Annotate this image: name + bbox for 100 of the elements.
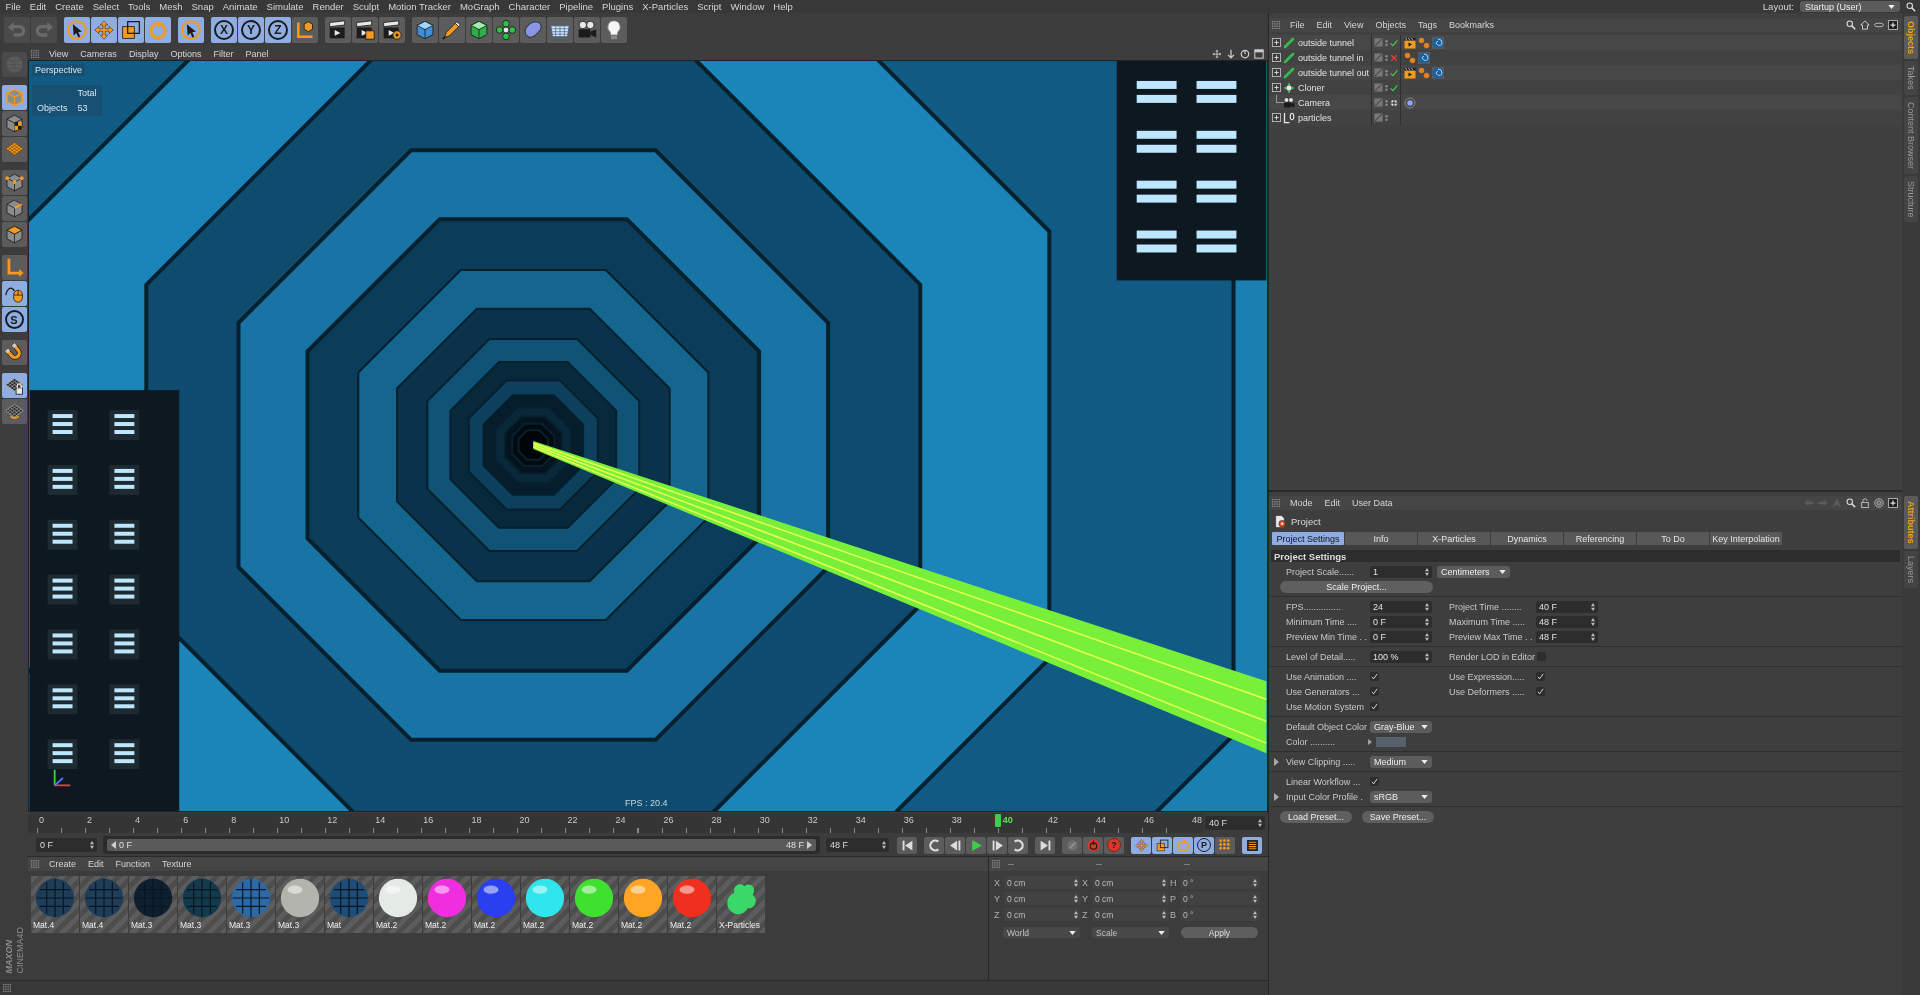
- menu-item[interactable]: Display: [122, 48, 165, 59]
- menu-item[interactable]: Tools: [123, 0, 155, 13]
- expand-icon[interactable]: [1272, 53, 1281, 62]
- menu-item[interactable]: Motion Tracker: [383, 0, 456, 13]
- material-swatch[interactable]: X-Particles: [717, 876, 765, 933]
- live-selection-button[interactable]: [64, 17, 90, 43]
- deformer-button[interactable]: [520, 17, 546, 43]
- two-spheres-icon[interactable]: [1418, 36, 1430, 49]
- points-mode-button[interactable]: [1, 170, 27, 195]
- menu-item[interactable]: Help: [768, 0, 798, 13]
- maximize-icon[interactable]: [1254, 48, 1264, 59]
- ellipse-icon[interactable]: [1874, 20, 1884, 30]
- grip-icon[interactable]: [1272, 499, 1280, 507]
- preview-range-track[interactable]: 0 F 48 F: [103, 836, 820, 854]
- workplane-align-button[interactable]: [1, 399, 27, 424]
- menu-item[interactable]: Options: [164, 48, 208, 59]
- solo-button[interactable]: S: [1, 307, 27, 332]
- menu-item[interactable]: Simulate: [262, 0, 309, 13]
- z-axis-button[interactable]: Z: [265, 17, 291, 43]
- checkmark-icon[interactable]: [1390, 38, 1398, 47]
- playhead-marker[interactable]: [994, 814, 1001, 827]
- menu-item[interactable]: Plugins: [597, 0, 638, 13]
- model-mode-button[interactable]: [1, 85, 27, 110]
- play-button[interactable]: [966, 836, 986, 854]
- number-field[interactable]: 1: [1370, 565, 1432, 578]
- menu-item[interactable]: Render: [308, 0, 349, 13]
- checkbox[interactable]: [1370, 702, 1379, 711]
- cloner-button[interactable]: [493, 17, 519, 43]
- clapper-icon[interactable]: [1404, 66, 1416, 79]
- grip-icon[interactable]: [1272, 21, 1280, 29]
- menu-item[interactable]: Texture: [156, 859, 198, 869]
- material-swatch[interactable]: Mat.2: [668, 876, 716, 933]
- timeline-button[interactable]: [1242, 836, 1262, 854]
- menu-item[interactable]: Function: [109, 859, 157, 869]
- two-spheres-icon[interactable]: [1404, 51, 1416, 64]
- selection-button[interactable]: [178, 17, 204, 43]
- tab[interactable]: Project Settings: [1272, 532, 1344, 545]
- material-swatch[interactable]: Mat.2: [472, 876, 520, 933]
- material-swatch[interactable]: Mat.4: [31, 876, 79, 933]
- material-swatch[interactable]: Mat.2: [423, 876, 471, 933]
- tab[interactable]: X-Particles: [1418, 532, 1490, 545]
- polygons-mode-button[interactable]: [1, 222, 27, 247]
- expand-arrow-icon[interactable]: [1368, 738, 1372, 745]
- menu-item[interactable]: Bookmarks: [1442, 20, 1500, 30]
- menu-item[interactable]: Select: [88, 0, 124, 13]
- action-button[interactable]: Load Preset...: [1280, 810, 1352, 823]
- menu-item[interactable]: Animate: [218, 0, 263, 13]
- action-button[interactable]: Scale Project...: [1280, 580, 1433, 593]
- menu-item[interactable]: Panel: [239, 48, 275, 59]
- menu-item[interactable]: Tags: [1411, 20, 1443, 30]
- material-swatch[interactable]: Mat.3: [178, 876, 226, 933]
- two-dots-icon[interactable]: [1385, 68, 1388, 77]
- menu-item[interactable]: Objects: [1369, 20, 1412, 30]
- menu-item[interactable]: Create: [43, 859, 82, 869]
- search-icon[interactable]: [1846, 20, 1856, 30]
- material-swatch[interactable]: Mat.3: [129, 876, 177, 933]
- material-swatch[interactable]: Mat: [325, 876, 373, 933]
- checkbox[interactable]: [1370, 672, 1379, 681]
- material-swatch[interactable]: Mat.2: [521, 876, 569, 933]
- render-view-button[interactable]: [325, 17, 351, 43]
- key-point-level-button[interactable]: [1215, 836, 1235, 854]
- dial-icon[interactable]: [1240, 48, 1250, 59]
- number-field[interactable]: 0 F: [1370, 615, 1432, 628]
- two-dots-icon[interactable]: [1385, 113, 1388, 122]
- menu-item[interactable]: File: [1, 0, 26, 13]
- home-icon[interactable]: [1860, 20, 1870, 30]
- number-field[interactable]: 48 F: [1536, 630, 1598, 643]
- menu-item[interactable]: Mesh: [154, 0, 188, 13]
- menu-item[interactable]: Window: [726, 0, 769, 13]
- coordinate-system-button[interactable]: [292, 17, 318, 43]
- two-spheres-icon[interactable]: [1418, 66, 1430, 79]
- color-swatch-icon[interactable]: [1376, 736, 1406, 747]
- material-swatch[interactable]: Mat.3: [227, 876, 275, 933]
- two-dots-icon[interactable]: [1385, 98, 1388, 107]
- checkbox[interactable]: [1536, 687, 1545, 696]
- dropdown[interactable]: sRGB: [1370, 790, 1432, 803]
- previous-key-button[interactable]: [924, 836, 944, 854]
- texture-mode-button[interactable]: [1, 111, 27, 136]
- render-settings-button[interactable]: [379, 17, 405, 43]
- menu-item[interactable]: Snap: [187, 0, 219, 13]
- expand-icon[interactable]: [1272, 38, 1281, 47]
- menu-item[interactable]: User Data: [1346, 498, 1399, 508]
- tab[interactable]: Dynamics: [1491, 532, 1563, 545]
- key-rotation-button[interactable]: [1173, 836, 1193, 854]
- move-arrows-icon[interactable]: [1212, 48, 1222, 59]
- object-row[interactable]: Camera: [1269, 95, 1902, 110]
- dropdown[interactable]: Medium: [1370, 755, 1432, 768]
- go-to-end-button[interactable]: [1035, 836, 1055, 854]
- action-button[interactable]: Save Preset...: [1362, 810, 1434, 823]
- two-dots-icon[interactable]: [1385, 83, 1388, 92]
- x-axis-button[interactable]: X: [211, 17, 237, 43]
- swirl-icon[interactable]: [1432, 66, 1444, 79]
- floor-button[interactable]: [547, 17, 573, 43]
- previous-frame-button[interactable]: [945, 836, 965, 854]
- number-field[interactable]: 48 F: [1536, 615, 1598, 628]
- camera-button[interactable]: [574, 17, 600, 43]
- plus-box-icon[interactable]: [1888, 498, 1898, 508]
- menu-item[interactable]: Filter: [207, 48, 240, 59]
- grip-icon[interactable]: [31, 860, 39, 868]
- checkbox[interactable]: [1370, 687, 1379, 696]
